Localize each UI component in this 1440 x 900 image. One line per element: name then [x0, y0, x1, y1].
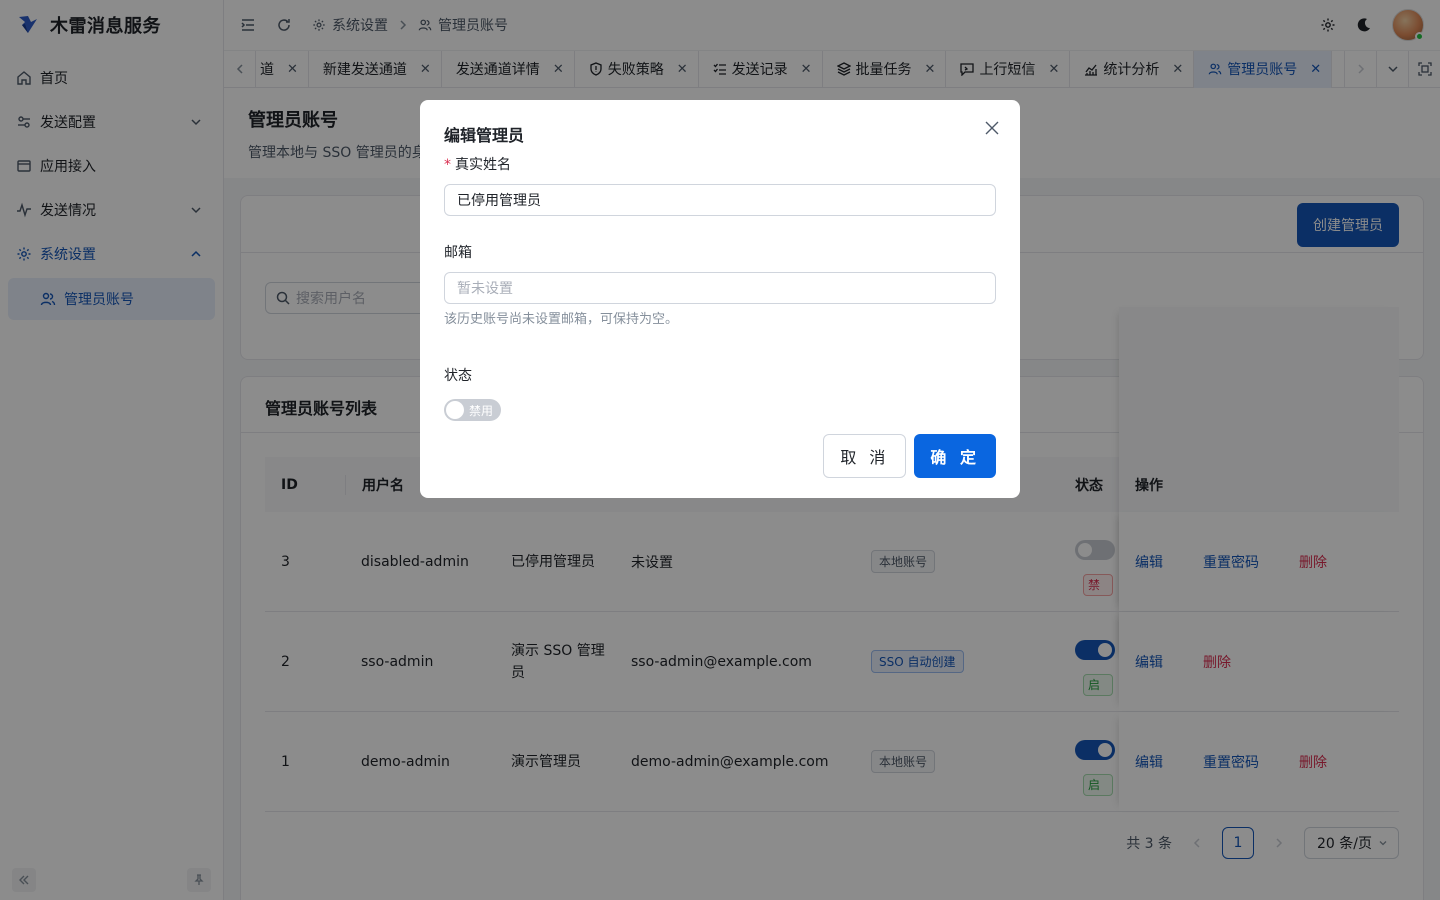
name-field-label: * 真实姓名 — [444, 154, 996, 174]
status-toggle[interactable]: 禁用 — [444, 399, 501, 421]
close-icon[interactable] — [984, 120, 1000, 136]
edit-admin-dialog: 编辑管理员 * 真实姓名 已停用管理员 邮箱 暂未设置 该历史账号尚未设置邮箱，可… — [420, 100, 1020, 498]
status-field-group: 状态 禁用 — [444, 365, 996, 421]
confirm-button[interactable]: 确 定 — [914, 434, 996, 478]
real-name-input[interactable]: 已停用管理员 — [444, 184, 996, 216]
status-field-label: 状态 — [444, 368, 472, 384]
name-field-group: * 真实姓名 已停用管理员 — [444, 154, 996, 216]
email-input[interactable]: 暂未设置 — [444, 272, 996, 304]
email-field-group: 邮箱 暂未设置 该历史账号尚未设置邮箱，可保持为空。 — [444, 242, 996, 327]
toggle-knob — [446, 401, 464, 419]
dialog-title: 编辑管理员 — [444, 126, 525, 145]
email-field-label: 邮箱 — [444, 245, 472, 261]
dialog-footer: 取 消 确 定 — [823, 434, 996, 478]
name-label-text: 真实姓名 — [455, 157, 511, 173]
toggle-text: 禁用 — [468, 404, 493, 418]
email-help-text: 该历史账号尚未设置邮箱，可保持为空。 — [444, 312, 679, 327]
cancel-button[interactable]: 取 消 — [823, 434, 907, 478]
required-mark: * — [444, 157, 451, 173]
